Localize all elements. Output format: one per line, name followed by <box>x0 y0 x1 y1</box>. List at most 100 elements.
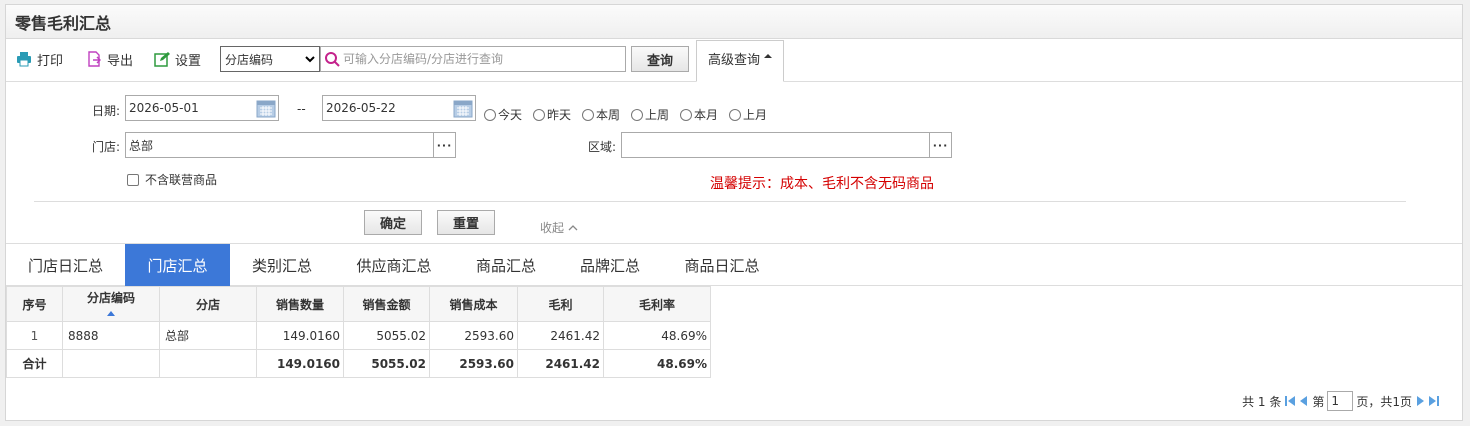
tab-brand-summary[interactable]: 品牌汇总 <box>558 244 662 286</box>
exclude-joint-checkbox[interactable]: 不含联营商品 <box>127 171 217 188</box>
col-header[interactable]: 销售成本 <box>429 286 518 322</box>
tab-store-summary[interactable]: 门店汇总 <box>125 244 230 286</box>
radio-today[interactable]: 今天 <box>484 106 522 123</box>
radio-yesterday-label: 昨天 <box>547 108 572 122</box>
radio-circle <box>533 108 545 121</box>
cell-cost: 2593.60 <box>429 321 518 350</box>
radio-circle <box>680 108 692 121</box>
radio-circle <box>582 108 594 121</box>
chevron-down-icon <box>305 56 315 63</box>
print-button[interactable]: 打印 <box>16 48 63 70</box>
tab-product-daily[interactable]: 商品日汇总 <box>662 244 782 286</box>
cell-index: 1 <box>6 321 63 350</box>
date-to-field[interactable]: 2026-05-22 <box>322 95 476 121</box>
settings-label: 设置 <box>175 53 202 69</box>
search-icon <box>325 52 340 67</box>
cell-total-margin: 48.69% <box>603 349 711 378</box>
pager-total: 共 1 条 <box>1242 394 1282 409</box>
date-to-value: 2026-05-22 <box>326 101 396 115</box>
store-value: 总部 <box>129 138 154 153</box>
toolbar: 打印 导出 设置 分店编码 可输入分店编码/分店进行查询 查询 高级查询 <box>6 40 1462 82</box>
col-header[interactable]: 分店 <box>159 286 257 322</box>
date-from-field[interactable]: 2026-05-01 <box>125 95 279 121</box>
radio-circle <box>729 108 741 121</box>
edit-icon <box>154 52 170 67</box>
advanced-query-toggle[interactable]: 高级查询 <box>696 40 784 82</box>
print-label: 打印 <box>37 53 64 69</box>
col-header-label: 分店编码 <box>86 291 135 305</box>
printer-icon <box>17 52 31 67</box>
radio-yesterday[interactable]: 昨天 <box>533 106 571 123</box>
divider <box>34 201 1406 202</box>
radio-this-month[interactable]: 本月 <box>680 106 718 123</box>
region-label: 区域: <box>588 140 617 154</box>
calendar-icon[interactable] <box>453 98 473 118</box>
tip-text: 温馨提示：成本、毛利不含无码商品 <box>710 176 934 192</box>
confirm-button[interactable]: 确定 <box>364 210 422 235</box>
advanced-query-label: 高级查询 <box>707 53 760 68</box>
tab-store-daily[interactable]: 门店日汇总 <box>6 244 125 286</box>
col-header[interactable]: 销售数量 <box>256 286 344 322</box>
radio-last-week-label: 上周 <box>645 108 670 122</box>
settings-button[interactable]: 设置 <box>154 48 201 70</box>
date-from-value: 2026-05-01 <box>129 101 199 115</box>
next-page-icon[interactable] <box>1415 395 1425 407</box>
table-row[interactable]: 1 8888 总部 149.0160 5055.02 2593.60 2461.… <box>6 321 711 350</box>
radio-last-week[interactable]: 上周 <box>631 106 669 123</box>
search-input[interactable] <box>343 52 623 66</box>
cell-empty <box>62 349 160 378</box>
sort-asc-icon <box>107 311 115 316</box>
caret-up-icon <box>764 54 772 58</box>
cell-qty: 149.0160 <box>256 321 344 350</box>
date-label: 日期: <box>92 104 121 118</box>
cell-empty <box>159 349 257 378</box>
query-button[interactable]: 查询 <box>631 46 689 72</box>
store-picker-button[interactable]: ··· <box>433 133 455 157</box>
export-button[interactable]: 导出 <box>86 48 133 70</box>
prev-page-icon[interactable] <box>1299 395 1309 407</box>
collapse-label: 收起 <box>540 221 565 235</box>
first-page-icon[interactable] <box>1284 395 1296 407</box>
exclude-joint-label: 不含联营商品 <box>145 173 218 187</box>
cell-total-cost: 2593.60 <box>429 349 518 378</box>
tab-product-summary[interactable]: 商品汇总 <box>454 244 558 286</box>
reset-button[interactable]: 重置 <box>437 210 495 235</box>
pagination: 共 1 条 第 1 页，共1页 <box>1242 391 1440 411</box>
radio-circle <box>631 108 643 121</box>
chevron-up-icon <box>568 224 578 230</box>
search-field-select[interactable]: 分店编码 <box>220 46 320 72</box>
cell-total-qty: 149.0160 <box>256 349 344 378</box>
search-box <box>320 46 626 72</box>
radio-last-month[interactable]: 上月 <box>729 106 767 123</box>
export-icon <box>88 51 101 67</box>
pager-page-suffix: 页，共1页 <box>1356 394 1412 409</box>
data-table: 序号 分店编码 分店 销售数量 销售金额 销售成本 毛利 毛利率 1 8888 … <box>6 286 711 378</box>
page-number-input[interactable]: 1 <box>1327 391 1354 411</box>
col-header-store-code[interactable]: 分店编码 <box>62 286 160 322</box>
radio-this-week[interactable]: 本周 <box>582 106 620 123</box>
calendar-icon[interactable] <box>256 98 276 118</box>
region-picker-button[interactable]: ··· <box>929 133 951 157</box>
store-field[interactable]: 总部 ··· <box>125 132 456 158</box>
cell-margin: 48.69% <box>603 321 711 350</box>
region-field[interactable]: ··· <box>621 132 952 158</box>
tab-supplier-summary[interactable]: 供应商汇总 <box>334 244 454 286</box>
radio-this-week-label: 本周 <box>596 108 621 122</box>
report-tabs: 门店日汇总 门店汇总 类别汇总 供应商汇总 商品汇总 品牌汇总 商品日汇总 <box>6 243 1462 286</box>
col-header[interactable]: 毛利率 <box>603 286 711 322</box>
title-bar: 零售毛利汇总 <box>6 5 1462 39</box>
store-label: 门店: <box>92 140 121 154</box>
cell-profit: 2461.42 <box>517 321 604 350</box>
col-header[interactable]: 毛利 <box>517 286 604 322</box>
collapse-toggle[interactable]: 收起 <box>540 219 578 236</box>
cell-total-label: 合计 <box>6 349 63 378</box>
checkbox-box <box>127 173 139 186</box>
tab-category-summary[interactable]: 类别汇总 <box>230 244 334 286</box>
col-header[interactable]: 序号 <box>6 286 63 322</box>
last-page-icon[interactable] <box>1428 395 1440 407</box>
radio-last-month-label: 上月 <box>743 108 768 122</box>
cell-store: 总部 <box>159 321 257 350</box>
col-header[interactable]: 销售金额 <box>343 286 430 322</box>
radio-this-month-label: 本月 <box>694 108 719 122</box>
page-title: 零售毛利汇总 <box>15 13 112 33</box>
